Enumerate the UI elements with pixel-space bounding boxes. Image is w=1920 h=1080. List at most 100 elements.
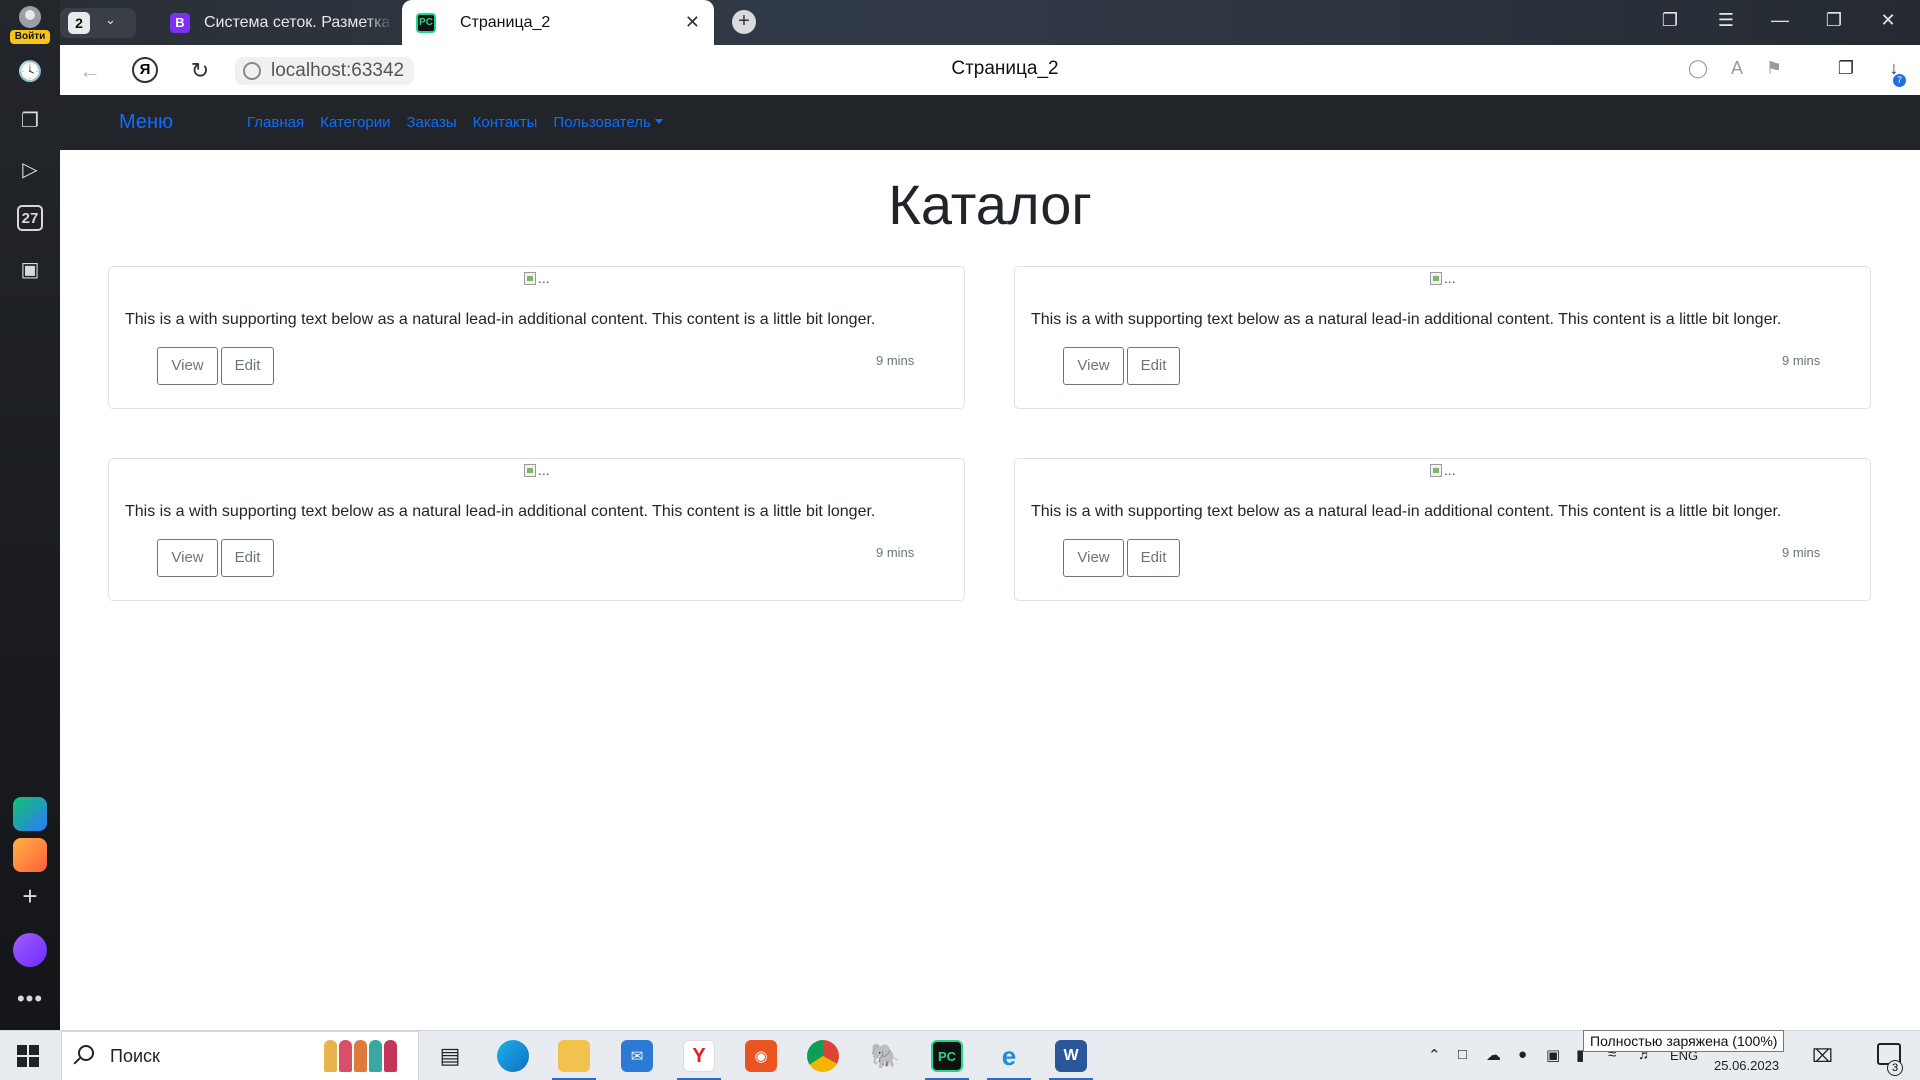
nav-link-contacts[interactable]: Контакты [473, 114, 538, 131]
word-icon[interactable]: W [1055, 1040, 1087, 1072]
sidebar-toggle-icon[interactable]: ❐ [1834, 58, 1858, 79]
battery-tooltip: Полностью заряжена (100%) [1583, 1030, 1785, 1052]
task-view-icon[interactable]: ▤ [434, 1040, 466, 1072]
navbar-brand[interactable]: Меню [119, 111, 173, 134]
image-alt-text: ... [1444, 462, 1456, 478]
yandex-browser-icon[interactable]: Y [683, 1040, 715, 1072]
new-tab-button[interactable]: + [732, 10, 756, 34]
display-icon[interactable]: ▣ [1546, 1046, 1560, 1064]
video-icon[interactable]: ▷ [14, 153, 46, 185]
restore-icon[interactable]: ❐ [1820, 10, 1848, 31]
search-placeholder: Поиск [110, 1046, 160, 1066]
catalog-card: ... This is a with supporting text below… [108, 458, 965, 601]
broken-image-icon [524, 463, 536, 477]
taskbar-date[interactable]: 25.06.2023 [1714, 1058, 1779, 1073]
card-text: This is a with supporting text below as … [1031, 503, 1782, 520]
close-window-icon[interactable]: ✕ [1874, 10, 1902, 31]
microphone-icon[interactable]: ● [1518, 1046, 1527, 1063]
play-app-icon[interactable] [13, 797, 47, 831]
edit-button[interactable]: Edit [1127, 347, 1180, 385]
pycharm-favicon-icon: PC [416, 12, 436, 33]
edit-button[interactable]: Edit [221, 539, 274, 577]
chrome-icon[interactable] [807, 1040, 839, 1072]
card-image-placeholder: ... [524, 270, 550, 286]
tabs-panel-icon[interactable]: ❐ [1656, 10, 1684, 31]
view-button[interactable]: View [157, 347, 218, 385]
card-image-placeholder: ... [1430, 270, 1456, 286]
comment-icon[interactable]: ◯ [1686, 58, 1710, 79]
nav-link-home[interactable]: Главная [247, 114, 304, 131]
login-label: Войти [10, 30, 50, 44]
windows-start-icon[interactable] [17, 1045, 39, 1067]
collections-icon[interactable]: ❐ [14, 104, 46, 136]
browser-sidebar: Войти 🕓 ❐ ▷ 27 ▣ + ••• [0, 0, 60, 1030]
page-title: Каталог [888, 173, 1092, 236]
card-time: 9 mins [876, 353, 915, 368]
nav-link-categories[interactable]: Категории [320, 114, 390, 131]
view-button[interactable]: View [1063, 539, 1124, 577]
pycharm-icon[interactable]: PC [931, 1040, 963, 1072]
search-icon [78, 1045, 94, 1061]
address-page-title: Страница_2 [951, 58, 1059, 79]
translate-icon[interactable]: A [1725, 58, 1749, 79]
card-time: 9 mins [1782, 353, 1821, 368]
image-alt-text: ... [538, 270, 550, 286]
meet-now-icon[interactable]: □ [1458, 1046, 1467, 1063]
navbar-links: Главная Категории Заказы Контакты Пользо… [247, 114, 679, 131]
postgresql-icon[interactable]: 🐘 [869, 1040, 901, 1072]
tab-count: 2 [68, 12, 90, 34]
menu-icon[interactable]: ☰ [1712, 10, 1740, 31]
tab-title: Страница_2 [460, 13, 551, 31]
mail-icon[interactable]: ✉ [621, 1040, 653, 1072]
download-count-badge: 7 [1893, 74, 1906, 87]
search-highlight-image [324, 1040, 397, 1072]
card-image-placeholder: ... [524, 462, 550, 478]
edit-button[interactable]: Edit [221, 347, 274, 385]
minimize-icon[interactable]: — [1766, 10, 1794, 31]
history-icon[interactable]: 🕓 [14, 55, 46, 87]
address-bar: ← Я ↻ localhost:63342 Страница_2 ◯ A ⚑ ❐… [60, 45, 1920, 95]
image-alt-text: ... [538, 462, 550, 478]
edge-browser-icon[interactable] [497, 1040, 529, 1072]
close-tab-icon[interactable]: ✕ [685, 12, 700, 33]
add-app-icon[interactable]: + [14, 880, 46, 912]
site-navbar: Меню Главная Категории Заказы Контакты П… [60, 95, 1920, 150]
bookmark-icon[interactable]: ⚑ [1762, 58, 1786, 79]
catalog-card: ... This is a with supporting text below… [108, 266, 965, 409]
card-text: This is a with supporting text below as … [125, 311, 876, 328]
file-explorer-icon[interactable] [558, 1040, 590, 1072]
screenshot-icon[interactable]: ▣ [14, 253, 46, 285]
card-text: This is a with supporting text below as … [1031, 311, 1782, 328]
card-time: 9 mins [1782, 545, 1821, 560]
nav-dropdown-user[interactable]: Пользователь [553, 114, 662, 131]
profile-button[interactable]: Войти [8, 4, 52, 44]
card-time: 9 mins [876, 545, 915, 560]
chevron-down-icon: ⌄ [105, 12, 116, 27]
internet-explorer-icon[interactable]: e [993, 1040, 1025, 1072]
onedrive-icon[interactable]: ☁ [1486, 1046, 1501, 1064]
tab-title: Система сеток. Разметка [204, 13, 391, 31]
card-text: This is a with supporting text below as … [125, 503, 876, 520]
view-button[interactable]: View [157, 539, 218, 577]
broken-image-icon [524, 271, 536, 285]
more-icon[interactable]: ••• [14, 986, 46, 1012]
notification-count-badge: 3 [1887, 1060, 1903, 1076]
alice-assistant-icon[interactable] [13, 933, 47, 967]
bootstrap-favicon-icon: B [170, 12, 190, 33]
keyboard-icon[interactable]: ⌧ [1812, 1046, 1833, 1067]
tab-strip: 2 ⌄ B Система сеток. Разметка PC Страниц… [60, 0, 1920, 45]
tab-grid-system[interactable]: B Система сеток. Разметка [156, 0, 396, 45]
catalog-card: ... This is a with supporting text below… [1014, 458, 1871, 601]
tray-expand-icon[interactable]: ⌃ [1428, 1046, 1441, 1064]
broken-image-icon [1430, 463, 1442, 477]
tab-counter-button[interactable]: 2 ⌄ [60, 8, 136, 38]
tab-page-2[interactable]: PC Страница_2 ✕ [402, 0, 714, 45]
taskbar-search-box[interactable]: Поиск [61, 1031, 419, 1080]
view-button[interactable]: View [1063, 347, 1124, 385]
edit-button[interactable]: Edit [1127, 539, 1180, 577]
card-image-placeholder: ... [1430, 462, 1456, 478]
nav-link-orders[interactable]: Заказы [406, 114, 456, 131]
mail-app-icon[interactable] [13, 838, 47, 872]
calendar-icon[interactable]: 27 [17, 205, 43, 231]
ubuntu-icon[interactable]: ◉ [745, 1040, 777, 1072]
